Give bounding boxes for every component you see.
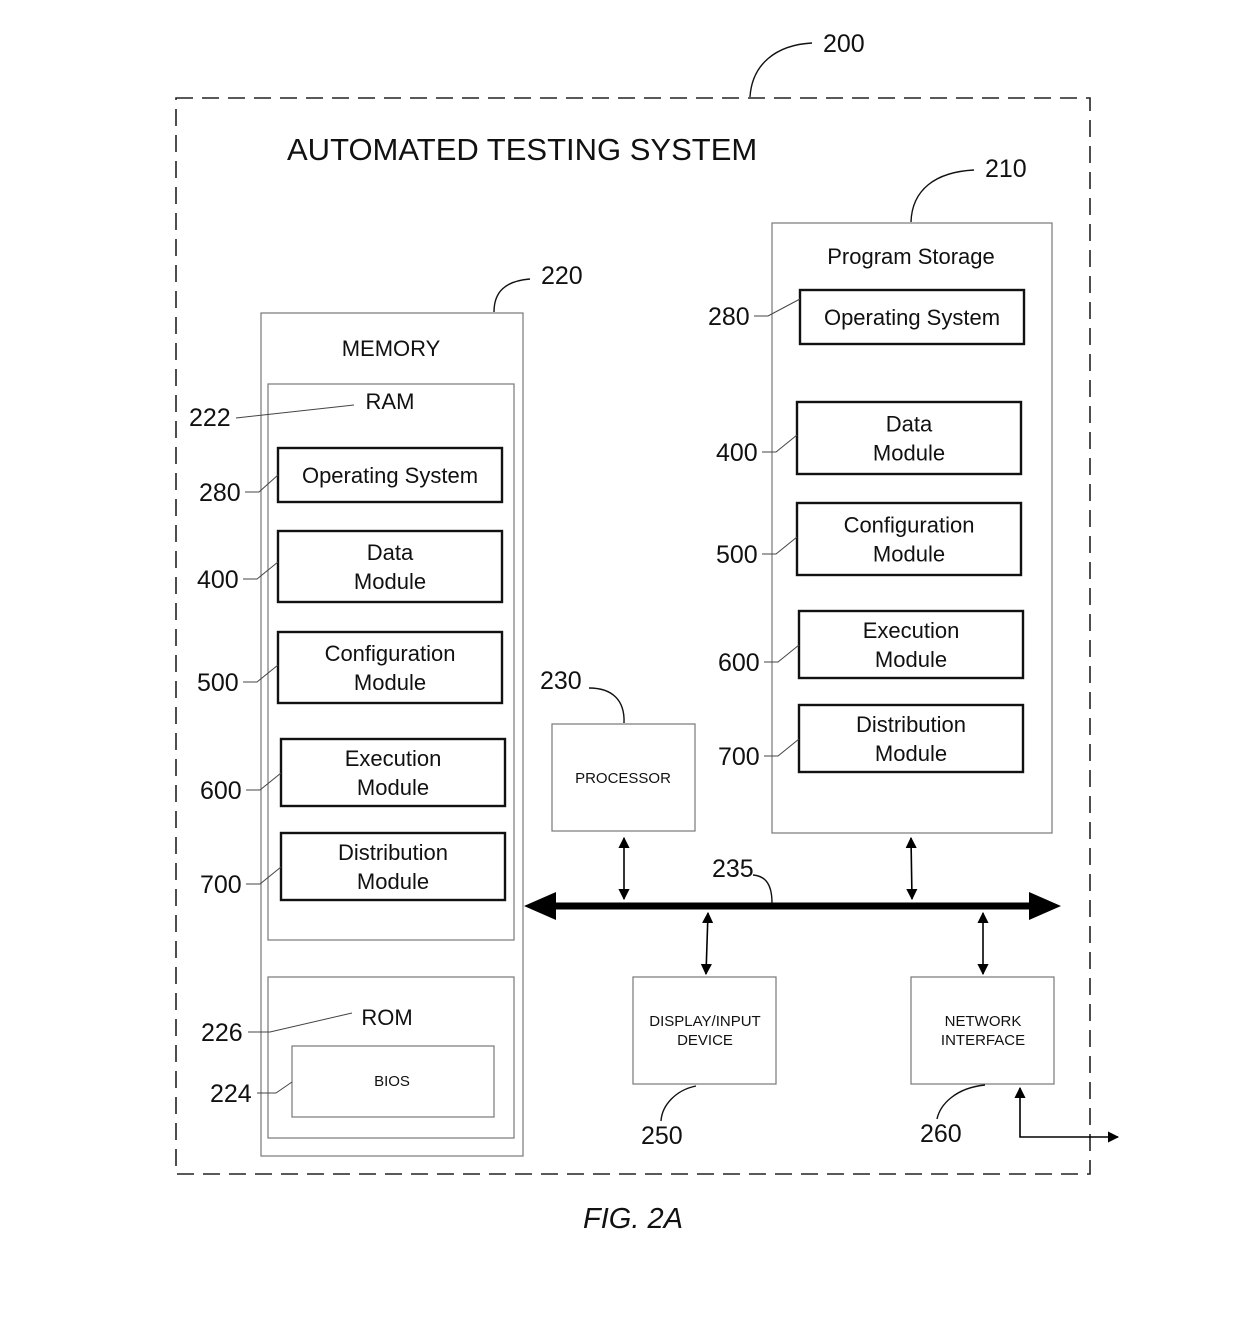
display-input-ref-leader (660, 1085, 697, 1122)
program-storage-module: Execution Module 600 (718, 609, 1025, 680)
network-interface-ref: 260 (920, 1120, 962, 1148)
processor-ref: 230 (540, 667, 582, 695)
program-storage-module-label: Module (875, 741, 947, 766)
system-ref: 200 (823, 30, 865, 58)
program-storage-module-label: Operating System (824, 305, 1000, 330)
network-interface-box (910, 976, 1055, 1085)
program-storage-block: 210 Program Storage Operating System 280 D… (708, 155, 1053, 834)
program-storage-module-label: Module (873, 542, 945, 567)
ram-module-label: Module (357, 775, 429, 800)
display-bus-connector (700, 911, 714, 976)
bus-arrow-right-icon (1029, 892, 1061, 920)
program-storage-module-label: Distribution (856, 712, 966, 737)
ram-module-label: Execution (345, 746, 442, 771)
ram-module-ref: 400 (197, 566, 239, 594)
ram-module-label: Module (354, 569, 426, 594)
ram-module-ref: 700 (200, 871, 242, 899)
storage-bus-connector (905, 836, 918, 901)
bios-ref: 224 (210, 1080, 252, 1108)
display-input-label-line1: DISPLAY/INPUT (649, 1013, 760, 1030)
ram-module: Execution Module 600 (200, 737, 507, 808)
display-input-block: DISPLAY/INPUT DEVICE 250 (632, 976, 777, 1150)
program-storage-module: Data Module 400 (716, 400, 1023, 476)
system-title: AUTOMATED TESTING SYSTEM (287, 132, 757, 167)
ram-module-ref: 600 (200, 777, 242, 805)
bios-label: BIOS (374, 1073, 410, 1090)
program-storage-module-ref: 700 (718, 743, 760, 771)
ram-module-label: Module (354, 670, 426, 695)
bus-arrow-left-icon (524, 892, 556, 920)
memory-ref-leader (493, 278, 531, 313)
program-storage-module: Distribution Module 700 (718, 703, 1025, 774)
program-storage-ref: 210 (985, 155, 1027, 183)
display-input-ref: 250 (641, 1122, 683, 1150)
program-storage-module-label: Execution (863, 618, 960, 643)
bus-ref: 235 (712, 855, 754, 883)
memory-ref: 220 (541, 262, 583, 290)
program-storage-module-ref: 280 (708, 303, 750, 331)
ram-ref: 222 (189, 404, 231, 432)
rom-ref: 226 (201, 1019, 243, 1047)
program-storage-label: Program Storage (827, 244, 995, 269)
system-bus: 235 (524, 836, 1061, 976)
memory-label: MEMORY (342, 336, 441, 361)
network-interface-label-line2: INTERFACE (941, 1032, 1025, 1049)
program-storage-module: Operating System 280 (708, 288, 1026, 346)
processor-label: PROCESSOR (575, 770, 671, 787)
network-interface-ref-leader (936, 1084, 986, 1120)
program-storage-module-ref: 400 (716, 439, 758, 467)
rom-label: ROM (361, 1005, 412, 1030)
ram-module-label: Module (357, 869, 429, 894)
bus-ref-leader (752, 874, 773, 904)
ram-module-label: Configuration (325, 641, 456, 666)
figure-caption: FIG. 2A (583, 1203, 683, 1235)
processor-ref-leader (588, 687, 625, 724)
display-input-box (632, 976, 777, 1085)
display-input-label-line2: DEVICE (677, 1032, 733, 1049)
memory-block: 220 MEMORY RAM 222 Operating System 280 Da… (189, 262, 583, 1157)
ram-module-ref: 500 (197, 669, 239, 697)
ram-module: Configuration Module 500 (197, 630, 504, 705)
program-storage-module-label: Data (886, 412, 933, 437)
program-storage-module: Configuration Module 500 (716, 501, 1023, 577)
ram-module-label: Operating System (302, 463, 478, 488)
program-storage-module-label: Module (873, 441, 945, 466)
program-storage-module-ref: 600 (718, 649, 760, 677)
network-external-connector (1014, 1086, 1120, 1143)
program-storage-module-label: Configuration (844, 513, 975, 538)
program-storage-ref-leader (910, 169, 975, 223)
ram-label: RAM (366, 389, 415, 414)
network-interface-label-line1: NETWORK (945, 1013, 1022, 1030)
processor-block: PROCESSOR 230 (540, 667, 696, 832)
ram-module-ref: 280 (199, 479, 241, 507)
program-storage-module-ref: 500 (716, 541, 758, 569)
block-diagram: 200 AUTOMATED TESTING SYSTEM 220 MEMORY … (175, 30, 1120, 1235)
program-storage-module-label: Module (875, 647, 947, 672)
network-interface-block: NETWORK INTERFACE 260 (910, 976, 1120, 1148)
ram-module: Data Module 400 (197, 529, 504, 604)
ram-module-label: Data (367, 540, 414, 565)
system-ref-leader (749, 42, 813, 98)
ram-module: Distribution Module 700 (200, 831, 507, 902)
ram-module-label: Distribution (338, 840, 448, 865)
ram-module: Operating System 280 (199, 446, 504, 507)
